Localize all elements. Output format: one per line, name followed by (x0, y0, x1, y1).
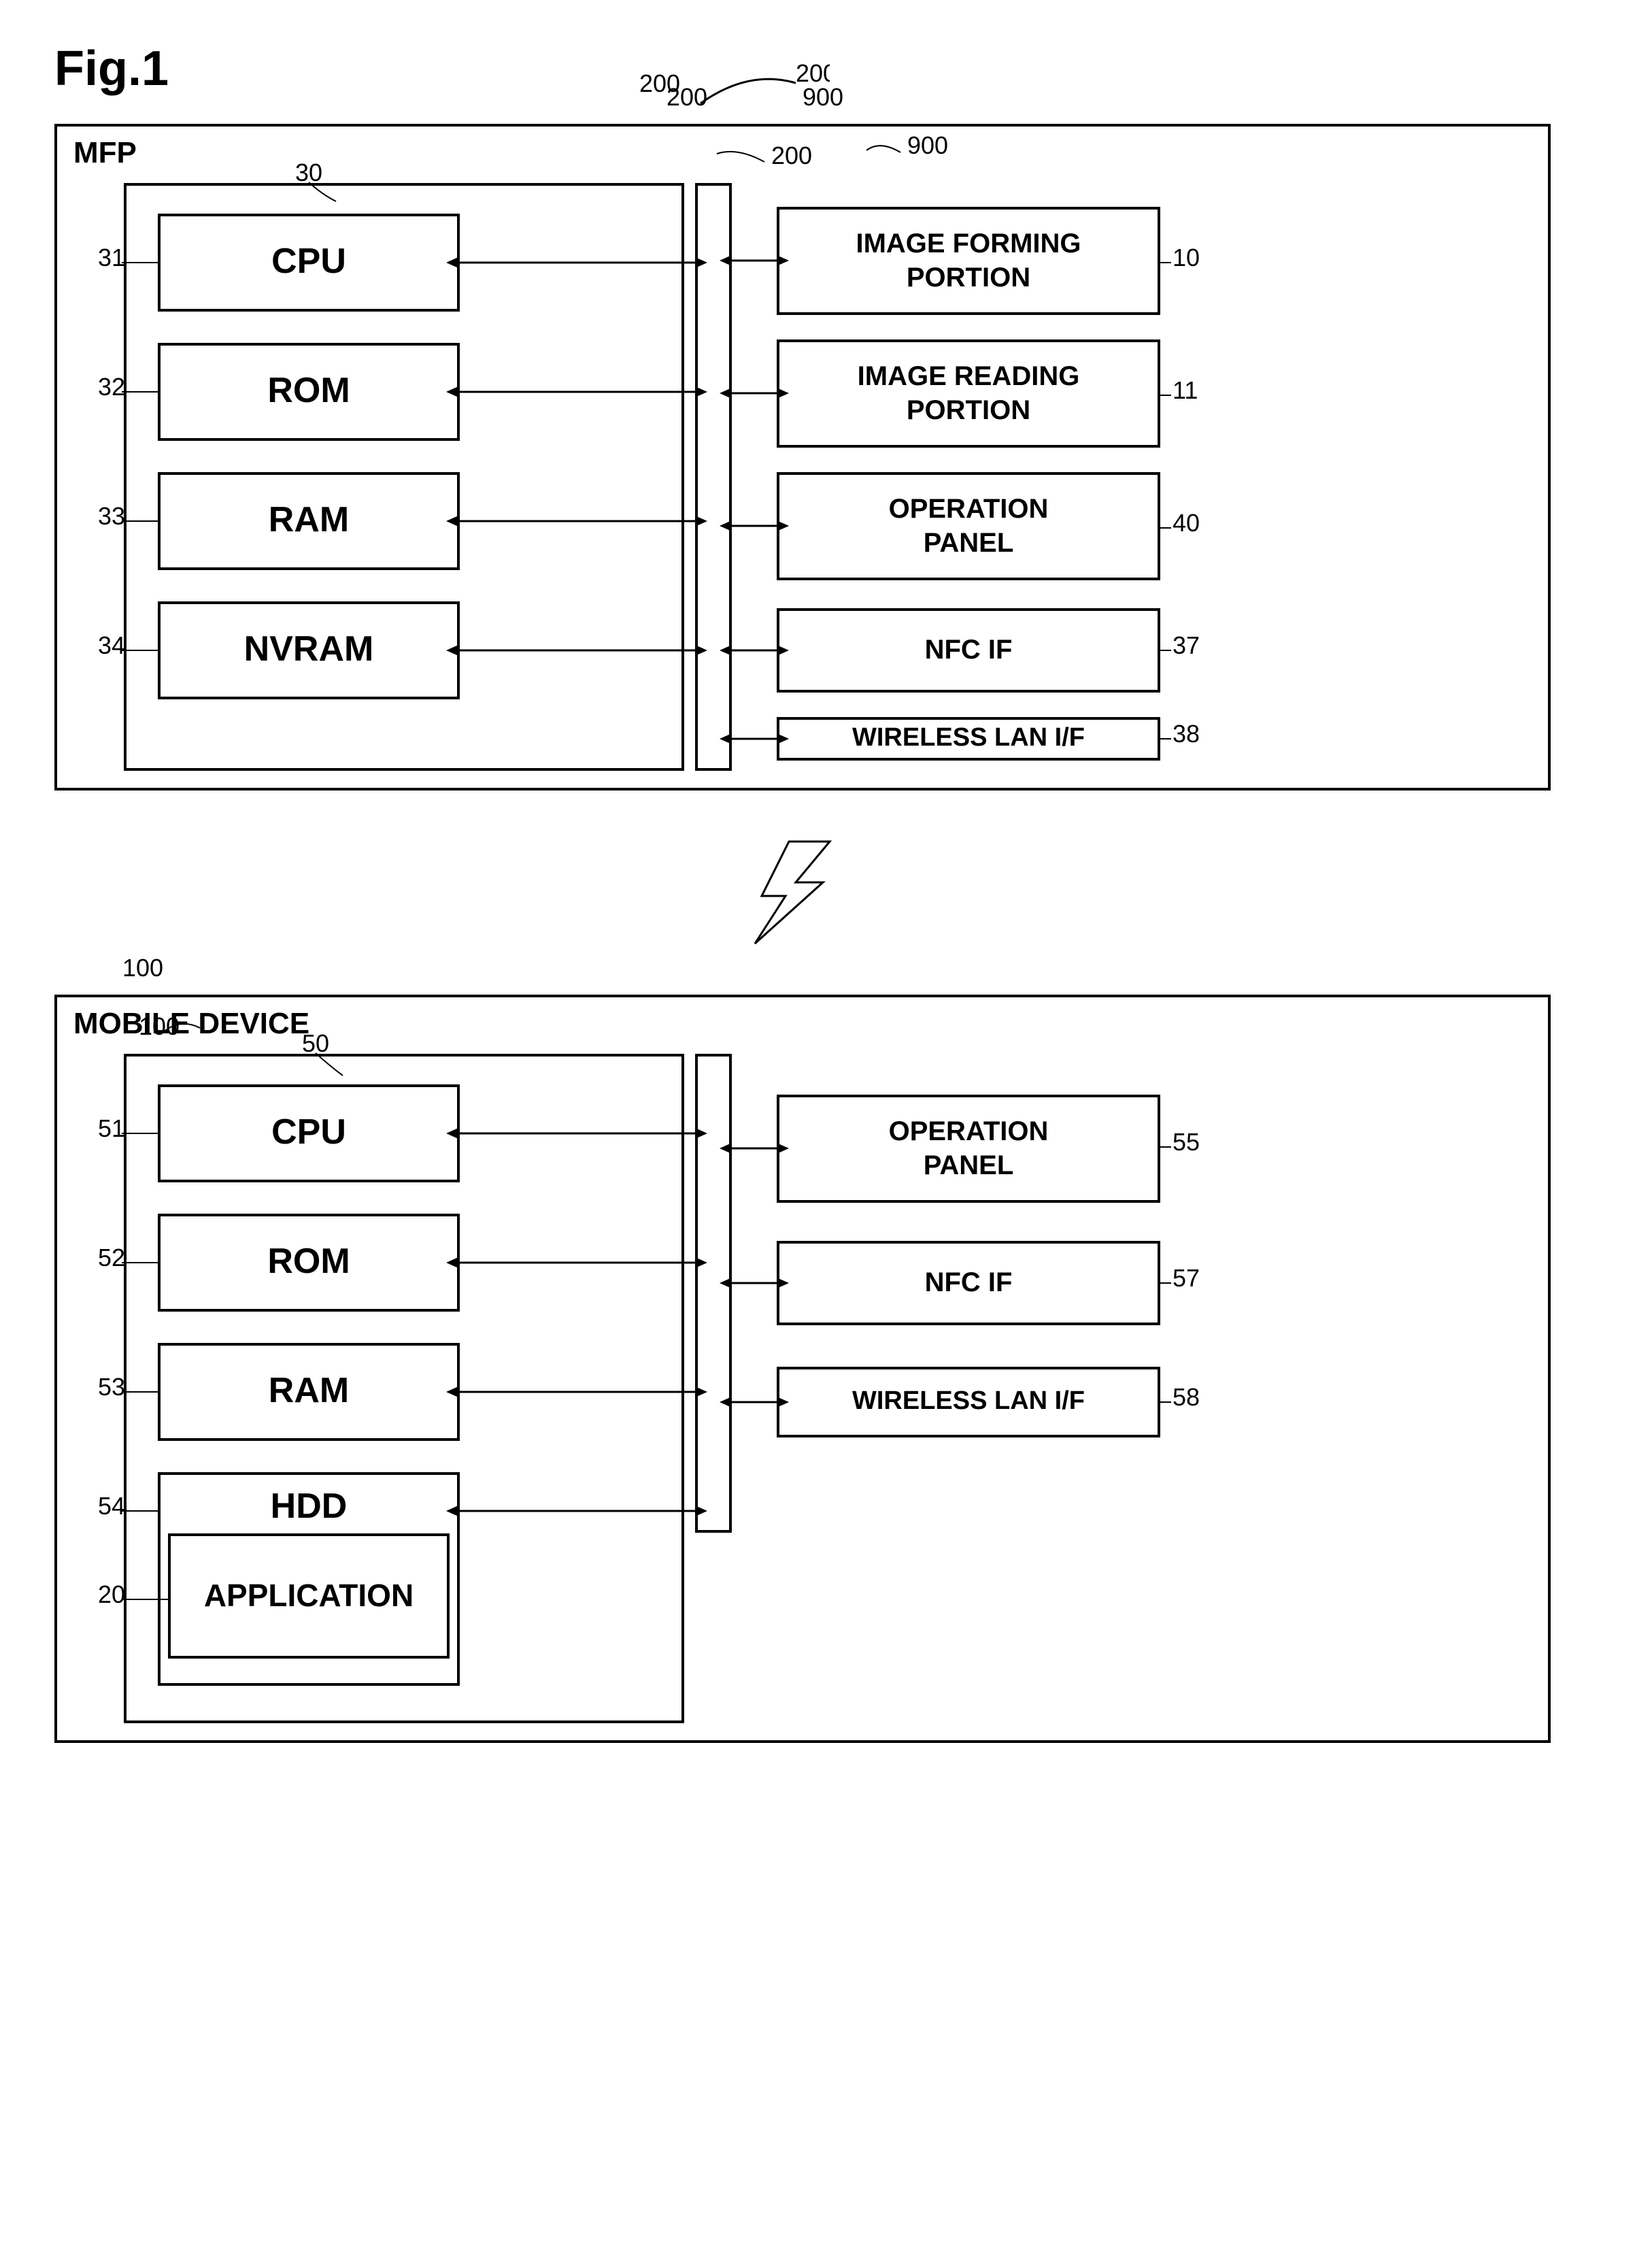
svg-text:NFC IF: NFC IF (925, 1267, 1013, 1297)
svg-text:34: 34 (98, 631, 125, 659)
svg-text:ROM: ROM (267, 1242, 350, 1281)
ref-900-label: 900 (803, 83, 843, 112)
svg-text:WIRELESS LAN I/F: WIRELESS LAN I/F (852, 1386, 1085, 1415)
svg-text:40: 40 (1173, 509, 1200, 537)
svg-text:PORTION: PORTION (907, 395, 1030, 425)
svg-text:PORTION: PORTION (907, 263, 1030, 293)
svg-text:OPERATION: OPERATION (889, 1116, 1049, 1146)
svg-text:NFC IF: NFC IF (925, 635, 1013, 665)
ref-100-label: 100 (122, 954, 163, 982)
ref-200-label: 200 (667, 83, 707, 112)
svg-text:30: 30 (295, 159, 322, 186)
svg-text:53: 53 (98, 1373, 125, 1401)
svg-text:200: 200 (771, 142, 812, 169)
svg-text:IMAGE READING: IMAGE READING (858, 361, 1080, 391)
svg-text:RAM: RAM (269, 1371, 349, 1410)
diagram-area: 200 200 MFP 200 900 (54, 124, 1598, 1743)
svg-text:11: 11 (1173, 376, 1198, 404)
mfp-svg: 200 900 30 CPU 31 (57, 127, 1551, 791)
svg-text:OPERATION: OPERATION (889, 494, 1049, 524)
svg-text:ROM: ROM (267, 371, 350, 410)
svg-text:31: 31 (98, 244, 125, 271)
svg-text:33: 33 (98, 502, 125, 530)
svg-text:20: 20 (98, 1580, 125, 1608)
svg-text:RAM: RAM (269, 500, 349, 539)
svg-text:NVRAM: NVRAM (244, 629, 374, 669)
svg-text:37: 37 (1173, 631, 1200, 659)
svg-text:54: 54 (98, 1492, 125, 1520)
svg-text:WIRELESS LAN I/F: WIRELESS LAN I/F (852, 723, 1085, 752)
mobile-svg: 100 50 CPU 51 ROM (57, 997, 1551, 1743)
svg-text:CPU: CPU (271, 242, 346, 281)
svg-text:51: 51 (98, 1114, 125, 1142)
svg-text:IMAGE FORMING: IMAGE FORMING (856, 229, 1081, 259)
mfp-outer-box: MFP 200 900 30 CP (54, 124, 1551, 791)
svg-text:50: 50 (302, 1029, 329, 1057)
wireless-connection (54, 831, 1551, 954)
svg-text:PANEL: PANEL (924, 1150, 1014, 1180)
lightning-svg (735, 838, 871, 947)
svg-text:10: 10 (1173, 244, 1200, 271)
svg-text:52: 52 (98, 1244, 125, 1271)
svg-text:900: 900 (907, 131, 948, 159)
svg-text:55: 55 (1173, 1128, 1200, 1156)
svg-text:58: 58 (1173, 1383, 1200, 1411)
svg-text:32: 32 (98, 373, 125, 401)
svg-text:HDD: HDD (271, 1486, 348, 1526)
svg-text:57: 57 (1173, 1264, 1200, 1292)
svg-text:38: 38 (1173, 720, 1200, 748)
mobile-device-section: 100 MOBILE DEVICE 100 50 CPU 51 (54, 995, 1551, 1743)
svg-text:PANEL: PANEL (924, 528, 1014, 558)
svg-text:CPU: CPU (271, 1112, 346, 1152)
mobile-outer-box: MOBILE DEVICE 100 50 CPU 51 (54, 995, 1551, 1743)
svg-text:APPLICATION: APPLICATION (204, 1578, 414, 1613)
